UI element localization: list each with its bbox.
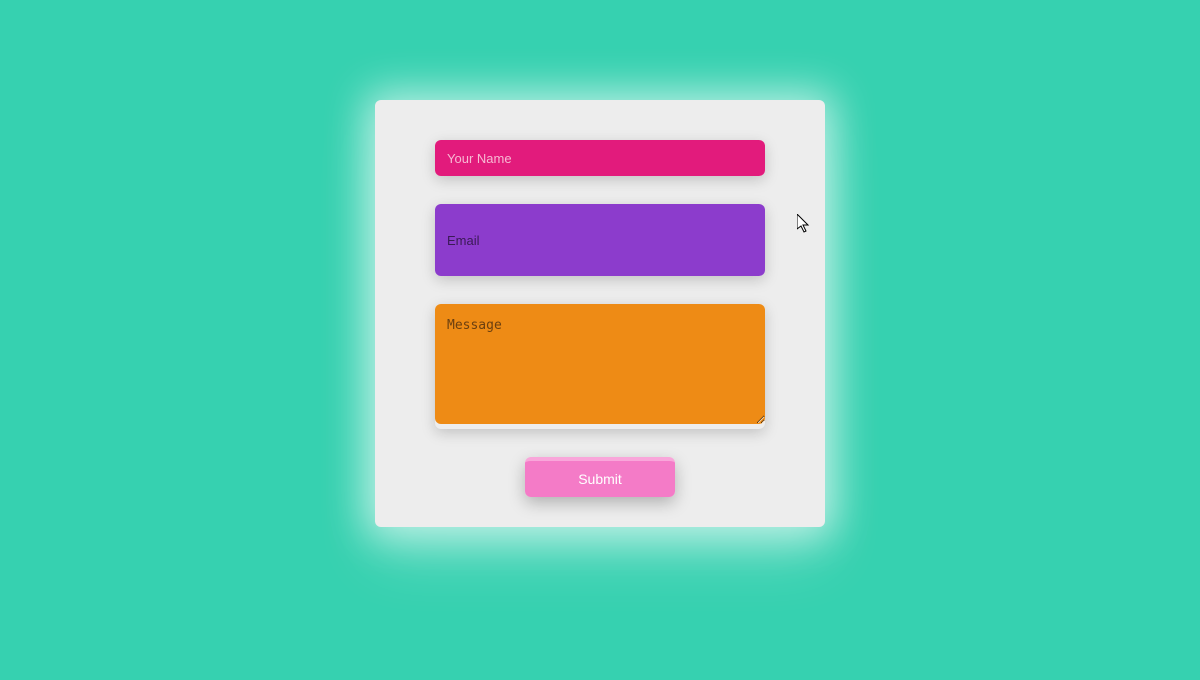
submit-button[interactable]: Submit <box>525 457 675 497</box>
message-textarea[interactable] <box>435 304 765 424</box>
name-input[interactable] <box>435 140 765 176</box>
name-field-wrap <box>435 140 765 176</box>
message-field-wrap <box>435 304 765 429</box>
contact-form-card: Submit <box>375 100 825 527</box>
submit-wrap: Submit <box>525 457 675 497</box>
email-field-wrap <box>435 204 765 276</box>
email-input[interactable] <box>435 204 765 276</box>
